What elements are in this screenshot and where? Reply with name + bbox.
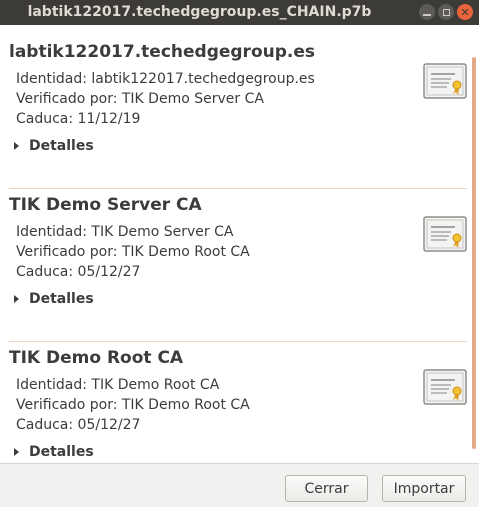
window-title: labtik122017.techedgegroup.es_CHAIN.p7b (27, 4, 372, 20)
certificate-expires: Caduca: 05/12/27 (16, 264, 141, 280)
import-button[interactable]: Importar (382, 475, 466, 502)
minimize-button[interactable] (419, 4, 435, 20)
details-expander[interactable]: Detalles (14, 444, 94, 460)
certificate-icon (423, 216, 467, 252)
certificate-icon (423, 63, 467, 99)
close-button[interactable]: Cerrar (285, 475, 368, 502)
certificate-expires: Caduca: 11/12/19 (16, 111, 141, 127)
details-expander[interactable]: Detalles (14, 291, 94, 307)
expander-arrow-icon (14, 142, 19, 150)
close-icon: ✕ (460, 5, 470, 19)
certificate-name: labtik122017.techedgegroup.es (9, 42, 315, 62)
dialog-action-bar: Cerrar Importar (0, 463, 479, 507)
maximize-icon (442, 8, 450, 16)
certificate-verified-by: Verificado por: TIK Demo Server CA (16, 91, 264, 107)
certificate-identity: Identidad: TIK Demo Server CA (16, 224, 234, 240)
window-titlebar: labtik122017.techedgegroup.es_CHAIN.p7b … (0, 0, 479, 25)
minimize-icon (423, 13, 431, 16)
certificate-identity: Identidad: TIK Demo Root CA (16, 377, 220, 393)
certificate-expires: Caduca: 05/12/27 (16, 417, 141, 433)
separator (9, 188, 467, 189)
details-label: Detalles (29, 444, 94, 460)
expander-arrow-icon (14, 448, 19, 456)
certificate-verified-by: Verificado por: TIK Demo Root CA (16, 244, 250, 260)
expander-arrow-icon (14, 295, 19, 303)
certificate-verified-by: Verificado por: TIK Demo Root CA (16, 397, 250, 413)
close-window-button[interactable]: ✕ (457, 4, 473, 20)
details-expander[interactable]: Detalles (14, 138, 94, 154)
separator (9, 341, 467, 342)
certificate-identity: Identidad: labtik122017.techedgegroup.es (16, 71, 315, 87)
details-label: Detalles (29, 138, 94, 154)
details-label: Detalles (29, 291, 94, 307)
certificate-icon (423, 369, 467, 405)
maximize-button[interactable] (438, 4, 454, 20)
scrollbar[interactable] (472, 57, 476, 449)
certificate-name: TIK Demo Server CA (9, 195, 202, 215)
certificate-list[interactable]: labtik122017.techedgegroup.es Identidad:… (0, 25, 479, 463)
certificate-name: TIK Demo Root CA (9, 348, 184, 368)
